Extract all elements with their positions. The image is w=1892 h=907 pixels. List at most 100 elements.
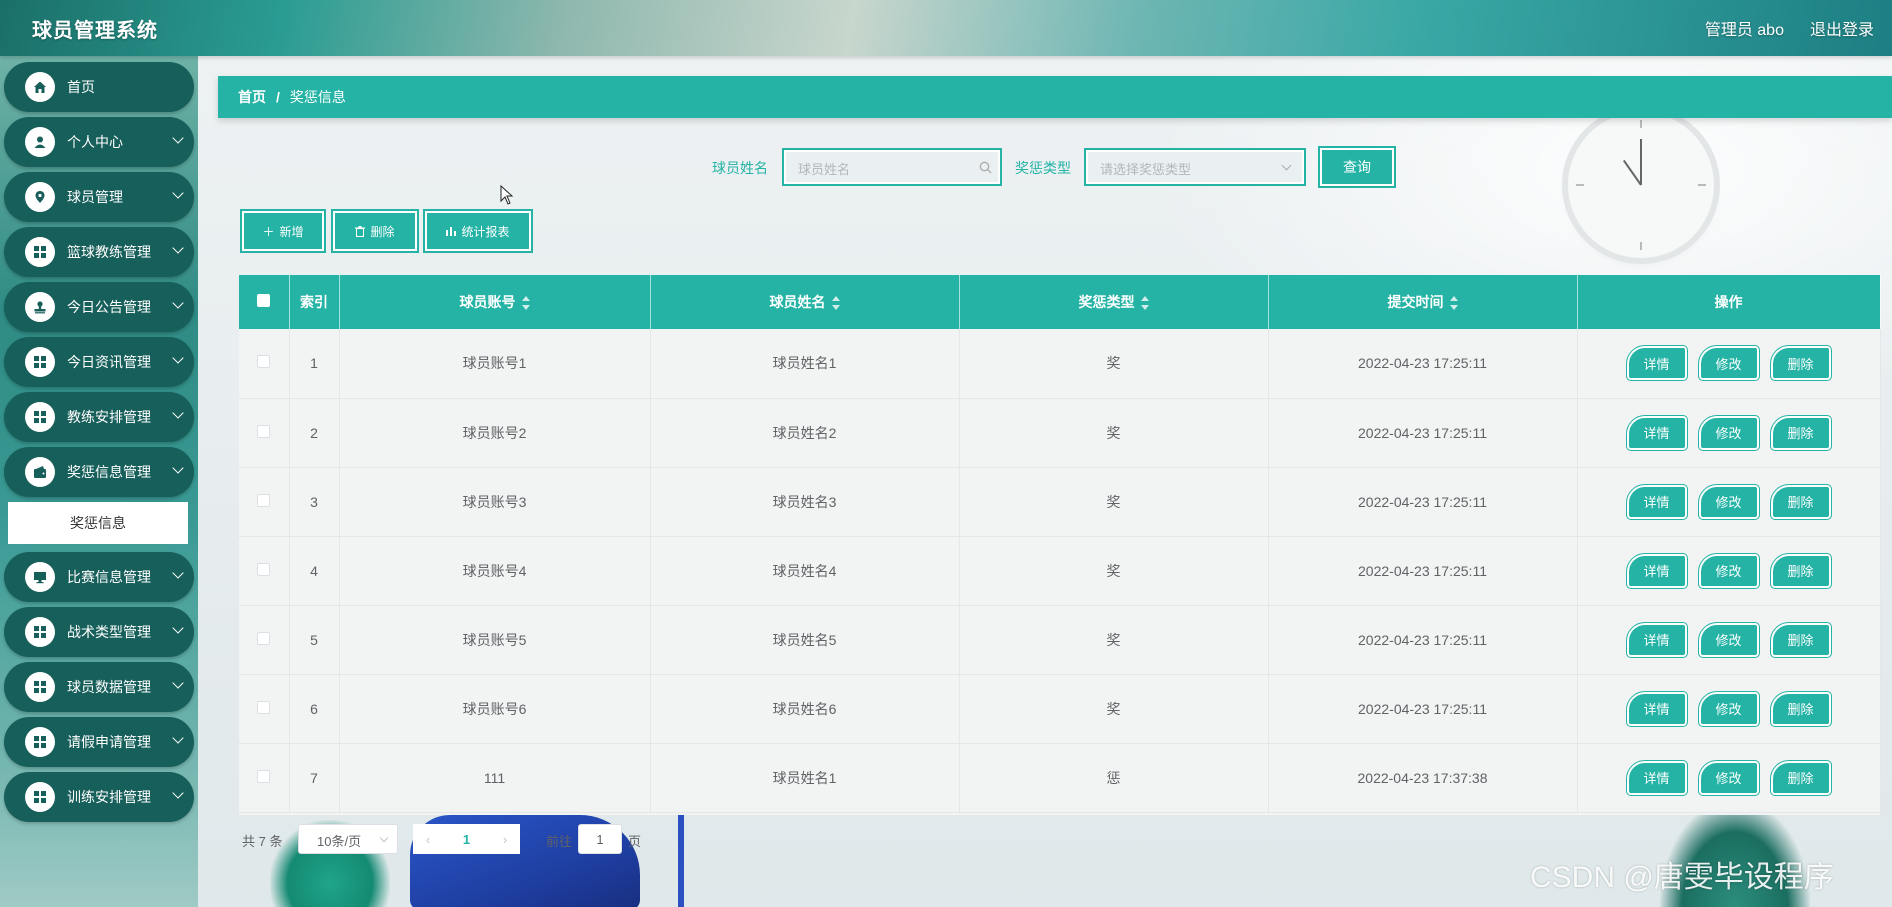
row-select-cell[interactable] [239, 674, 290, 743]
cell-name: 球员姓名2 [650, 398, 960, 467]
edit-button[interactable]: 修改 [1697, 690, 1760, 727]
search-icon [979, 161, 992, 174]
cell-account: 球员账号5 [339, 605, 651, 674]
next-page-button[interactable]: › [490, 824, 520, 854]
row-select-cell[interactable] [239, 398, 290, 467]
col-name[interactable]: 球员姓名 [650, 275, 960, 329]
col-type[interactable]: 奖惩类型 [959, 275, 1269, 329]
row-delete-button[interactable]: 删除 [1769, 414, 1832, 451]
award-type-label: 奖惩类型 [1015, 160, 1071, 176]
cell-time: 2022-04-23 17:25:11 [1268, 398, 1578, 467]
sidebar-item-11[interactable]: 请假申请管理 [4, 717, 194, 767]
detail-button[interactable]: 详情 [1625, 414, 1688, 451]
edit-button[interactable]: 修改 [1697, 483, 1760, 520]
select-all-header[interactable] [239, 275, 290, 329]
row-select-cell[interactable] [239, 329, 290, 398]
edit-button[interactable]: 修改 [1697, 345, 1760, 382]
detail-button[interactable]: 详情 [1625, 552, 1688, 589]
sort-icon[interactable] [831, 296, 840, 311]
select-all-checkbox[interactable] [257, 294, 271, 307]
sidebar-item-0[interactable]: 首页 [4, 62, 194, 112]
detail-button[interactable]: 详情 [1625, 690, 1688, 727]
player-name-input[interactable]: 球员姓名 [782, 148, 1002, 186]
breadcrumb-home[interactable]: 首页 [238, 87, 266, 107]
grid-icon [25, 727, 55, 757]
cell-account: 111 [339, 743, 651, 812]
row-delete-button[interactable]: 删除 [1769, 345, 1832, 382]
cell-account: 球员账号4 [339, 536, 651, 605]
detail-button[interactable]: 详情 [1625, 759, 1688, 796]
row-delete-button[interactable]: 删除 [1769, 690, 1832, 727]
award-type-select[interactable]: 请选择奖惩类型 [1084, 148, 1306, 186]
monitor-icon [25, 562, 55, 592]
edit-button[interactable]: 修改 [1697, 621, 1760, 658]
breadcrumb-separator: / [276, 89, 280, 105]
edit-button[interactable]: 修改 [1697, 414, 1760, 451]
sidebar-item-7[interactable]: 奖惩信息管理 [4, 447, 194, 497]
grid-icon [25, 347, 55, 377]
detail-button[interactable]: 详情 [1625, 345, 1688, 382]
cell-type: 奖 [959, 467, 1269, 536]
row-select-cell[interactable] [239, 536, 290, 605]
report-button[interactable]: 统计报表 [423, 209, 533, 253]
chevron-down-icon [172, 352, 184, 364]
row-select-cell[interactable] [239, 605, 290, 674]
goto-unit: 页 [628, 834, 642, 849]
row-checkbox[interactable] [257, 562, 271, 576]
row-select-cell[interactable] [239, 743, 290, 812]
cell-time: 2022-04-23 17:25:11 [1268, 329, 1578, 398]
sort-icon[interactable] [521, 296, 530, 311]
chevron-down-icon [172, 462, 184, 474]
data-table: 索引 球员账号 球员姓名 奖惩类型 提交时间 操作 1 球员账号1 球员姓名1 奖 20… [239, 275, 1881, 815]
page-number-current[interactable]: 1 [443, 824, 490, 854]
goto-page-input[interactable]: 1 [578, 824, 622, 854]
row-delete-button[interactable]: 删除 [1769, 483, 1832, 520]
app-title: 球员管理系统 [32, 20, 158, 42]
sort-icon[interactable] [1449, 296, 1458, 311]
query-button[interactable]: 查询 [1318, 146, 1396, 188]
row-checkbox[interactable] [257, 355, 271, 369]
row-delete-button[interactable]: 删除 [1769, 552, 1832, 589]
sidebar-item-2[interactable]: 球员管理 [4, 172, 194, 222]
sidebar-item-9[interactable]: 战术类型管理 [4, 607, 194, 657]
sidebar-item-1[interactable]: 个人中心 [4, 117, 194, 167]
row-checkbox[interactable] [257, 769, 271, 783]
chevron-down-icon [172, 297, 184, 309]
row-delete-button[interactable]: 删除 [1769, 759, 1832, 796]
sidebar-item-6[interactable]: 教练安排管理 [4, 392, 194, 442]
detail-button[interactable]: 详情 [1625, 483, 1688, 520]
detail-button[interactable]: 详情 [1625, 621, 1688, 658]
table-header-row: 索引 球员账号 球员姓名 奖惩类型 提交时间 操作 [239, 275, 1881, 329]
sidebar-item-5[interactable]: 今日资讯管理 [4, 337, 194, 387]
row-checkbox[interactable] [257, 700, 271, 714]
cell-ops: 详情 修改 删除 [1577, 674, 1881, 743]
row-select-cell[interactable] [239, 467, 290, 536]
logout-link[interactable]: 退出登录 [1810, 16, 1874, 40]
cell-type: 奖 [959, 674, 1269, 743]
add-button[interactable]: ＋新增 [240, 209, 326, 253]
sort-icon[interactable] [1140, 296, 1149, 311]
sidebar-item-10[interactable]: 球员数据管理 [4, 662, 194, 712]
edit-button[interactable]: 修改 [1697, 759, 1760, 796]
sidebar-item-8[interactable]: 比赛信息管理 [4, 552, 194, 602]
sidebar-item-3[interactable]: 篮球教练管理 [4, 227, 194, 277]
row-checkbox[interactable] [257, 493, 271, 507]
prev-page-button[interactable]: ‹ [413, 824, 443, 854]
chevron-down-icon [172, 242, 184, 254]
sidebar-subitem-active[interactable]: 奖惩信息 [8, 502, 188, 544]
user-label: 管理员 abo [1704, 22, 1784, 39]
cell-name: 球员姓名6 [650, 674, 960, 743]
sidebar-item-12[interactable]: 训练安排管理 [4, 772, 194, 822]
grid-icon [25, 617, 55, 647]
row-delete-button[interactable]: 删除 [1769, 621, 1832, 658]
page-size-select[interactable]: 10条/页 [298, 824, 398, 854]
trash-icon [355, 225, 366, 237]
edit-button[interactable]: 修改 [1697, 552, 1760, 589]
sidebar-item-4[interactable]: 今日公告管理 [4, 282, 194, 332]
col-time[interactable]: 提交时间 [1268, 275, 1578, 329]
delete-button[interactable]: 删除 [331, 209, 419, 253]
row-checkbox[interactable] [257, 424, 271, 438]
col-account[interactable]: 球员账号 [339, 275, 651, 329]
row-checkbox[interactable] [257, 631, 271, 645]
cell-account: 球员账号3 [339, 467, 651, 536]
